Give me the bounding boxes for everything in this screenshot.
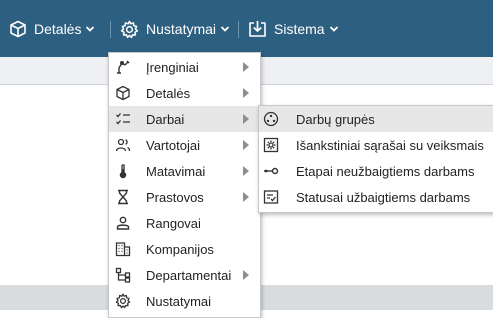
menu-item-vartotojai[interactable]: Vartotojai xyxy=(109,132,260,158)
submenu-item-label: Išankstiniai sąrašai su veiksmais xyxy=(296,137,484,153)
menu-item-label: Kompanijos xyxy=(146,241,214,257)
submenu-item-label: Etapai neužbaigtiems darbams xyxy=(296,163,475,179)
nav-separator xyxy=(238,21,239,38)
machine-icon xyxy=(117,60,130,74)
menu-item-rangovai[interactable]: Rangovai xyxy=(109,210,260,236)
submenu-item-label: Darbų grupės xyxy=(296,111,375,127)
menu-item-detales[interactable]: Detalės xyxy=(109,80,260,106)
thermometer-icon xyxy=(119,164,127,179)
nustatymai-dropdown-menu: Įrenginiai Detalės Darbai Vartotojai Mat… xyxy=(108,52,261,318)
top-navigation-bar: Detalės Nustatymai Sistema xyxy=(0,0,493,57)
nav-sistema[interactable]: Sistema xyxy=(248,17,339,41)
hourglass-icon xyxy=(118,189,128,205)
submenu-item-darbu-grupes[interactable]: Darbų grupės xyxy=(259,106,493,132)
checklist-box-icon xyxy=(263,190,279,204)
checklist-icon xyxy=(116,113,130,125)
submenu-item-etapai[interactable]: Etapai neužbaigtiems darbams xyxy=(259,158,493,184)
import-icon xyxy=(249,21,266,37)
menu-item-label: Vartotojai xyxy=(146,137,200,153)
submenu-item-label: Statusai užbaigtiems darbams xyxy=(296,189,471,205)
submenu-item-statusai[interactable]: Statusai užbaigtiems darbams xyxy=(259,184,493,210)
submenu-arrow-icon xyxy=(243,166,249,176)
menu-item-kompanijos[interactable]: Kompanijos xyxy=(109,236,260,262)
cube-icon xyxy=(10,20,26,38)
chevron-down-icon xyxy=(86,26,95,32)
menu-item-departamentai[interactable]: Departamentai xyxy=(109,262,260,288)
nav-separator xyxy=(110,21,111,38)
submenu-arrow-icon xyxy=(243,192,249,202)
menu-item-label: Matavimai xyxy=(146,163,206,179)
building-icon xyxy=(115,242,131,257)
menu-item-label: Detalės xyxy=(146,85,191,101)
key-icon xyxy=(264,167,279,175)
gear-icon xyxy=(120,20,139,38)
cube-icon xyxy=(116,85,130,101)
menu-item-matavimai[interactable]: Matavimai xyxy=(109,158,260,184)
nav-label: Sistema xyxy=(274,21,325,37)
submenu-arrow-icon xyxy=(243,270,249,280)
menu-item-prastovos[interactable]: Prastovos xyxy=(109,184,260,210)
submenu-arrow-icon xyxy=(243,140,249,150)
nav-detales[interactable]: Detalės xyxy=(9,17,95,41)
nav-label: Detalės xyxy=(34,21,82,37)
users-icon xyxy=(115,138,131,152)
org-chart-icon xyxy=(115,267,131,283)
submenu-arrow-icon xyxy=(243,62,249,72)
submenu-arrow-icon xyxy=(243,114,249,124)
gear-icon xyxy=(115,293,131,309)
gear-box-icon xyxy=(263,137,279,153)
menu-item-darbai[interactable]: Darbai xyxy=(109,106,260,132)
menu-item-label: Įrenginiai xyxy=(146,59,199,75)
chevron-down-icon xyxy=(220,26,230,32)
submenu-arrow-icon xyxy=(243,88,249,98)
menu-item-label: Nustatymai xyxy=(146,293,212,309)
submenu-item-isankstiniai-sarasai[interactable]: Išankstiniai sąrašai su veiksmais xyxy=(259,132,493,158)
menu-item-label: Rangovai xyxy=(146,215,201,231)
darbai-submenu: Darbų grupės Išankstiniai sąrašai su vei… xyxy=(258,105,493,213)
nav-nustatymai[interactable]: Nustatymai xyxy=(120,17,230,41)
nav-label: Nustatymai xyxy=(146,21,217,37)
menu-item-label: Prastovos xyxy=(146,189,204,205)
chevron-down-icon xyxy=(329,26,338,32)
group-icon xyxy=(263,111,279,127)
menu-item-label: Departamentai xyxy=(146,267,232,283)
menu-item-label: Darbai xyxy=(146,111,185,127)
menu-item-irenginiai[interactable]: Įrenginiai xyxy=(109,54,260,80)
person-icon xyxy=(116,216,130,230)
menu-item-nustatymai[interactable]: Nustatymai xyxy=(109,288,260,314)
